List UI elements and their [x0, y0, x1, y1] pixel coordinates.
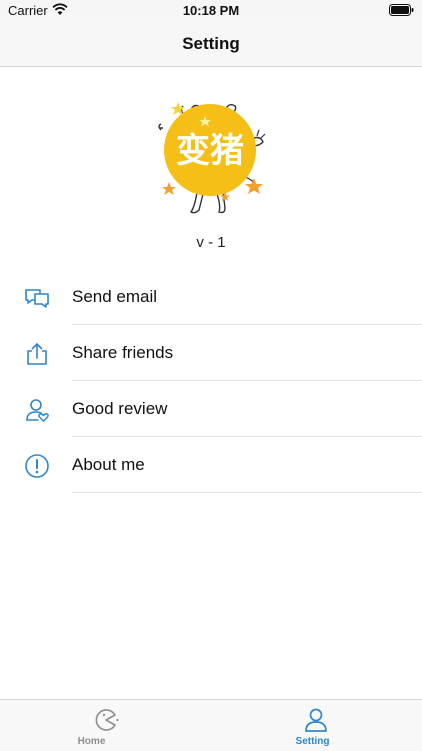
status-bar: Carrier 10:18 PM	[0, 0, 422, 22]
info-icon	[25, 454, 49, 478]
chat-bubbles-icon	[25, 289, 49, 308]
navigation-bar: Setting	[0, 22, 422, 67]
person-icon	[305, 708, 327, 732]
tab-setting[interactable]: Setting	[211, 700, 422, 751]
battery-icon	[389, 4, 414, 16]
tab-home[interactable]: Home	[0, 700, 211, 751]
menu-item-send-email[interactable]: Send email	[0, 269, 422, 325]
menu-divider	[72, 492, 422, 493]
tab-label: Home	[77, 736, 106, 747]
tab-bar: Home Setting	[0, 699, 422, 751]
status-time: 10:18 PM	[182, 3, 240, 18]
app-logo: 变猪	[158, 102, 266, 214]
menu-item-good-review[interactable]: Good review	[0, 381, 422, 437]
pacman-icon	[95, 709, 119, 731]
share-icon	[27, 343, 47, 365]
menu-item-label: Send email	[72, 287, 158, 306]
menu-item-share-friends[interactable]: Share friends	[0, 325, 422, 381]
menu-item-about-me[interactable]: About me	[0, 437, 422, 493]
version-label: v - 1	[196, 234, 226, 251]
menu-item-label: Good review	[72, 399, 168, 418]
tab-label: Setting	[295, 736, 330, 747]
menu-item-label: About me	[72, 455, 145, 474]
page-title: Setting	[182, 34, 240, 53]
menu-item-label: Share friends	[72, 343, 174, 362]
logo-text: 变猪	[176, 131, 244, 171]
user-heart-icon	[26, 399, 49, 422]
settings-menu: Send email Share friends Good review Abo…	[0, 269, 422, 493]
